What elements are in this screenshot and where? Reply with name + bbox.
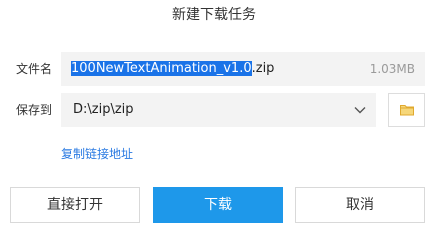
copy-link-address[interactable]: 复制链接地址 bbox=[61, 146, 133, 162]
save-to-label: 保存到 bbox=[16, 103, 53, 117]
filename-label: 文件名 bbox=[16, 62, 53, 76]
save-path-value[interactable]: D:\zip\zip bbox=[73, 101, 134, 119]
filename-field[interactable]: 100NewTextAnimation_v1.0.zip 1.03MB bbox=[61, 52, 425, 86]
browse-folder-button[interactable] bbox=[388, 93, 425, 127]
open-directly-button[interactable]: 直接打开 bbox=[10, 187, 140, 223]
folder-icon bbox=[400, 105, 414, 116]
cancel-button[interactable]: 取消 bbox=[295, 187, 425, 223]
filename-value[interactable]: 100NewTextAnimation_v1.0.zip bbox=[71, 60, 274, 78]
filename-extension[interactable]: .zip bbox=[252, 61, 275, 76]
download-button[interactable]: 下载 bbox=[153, 187, 283, 223]
filename-selected-text[interactable]: 100NewTextAnimation_v1.0 bbox=[71, 61, 252, 76]
file-size: 1.03MB bbox=[369, 62, 415, 76]
dialog-title: 新建下载任务 bbox=[172, 7, 256, 23]
chevron-down-icon[interactable] bbox=[352, 102, 368, 118]
save-path-select[interactable]: D:\zip\zip bbox=[61, 93, 376, 127]
